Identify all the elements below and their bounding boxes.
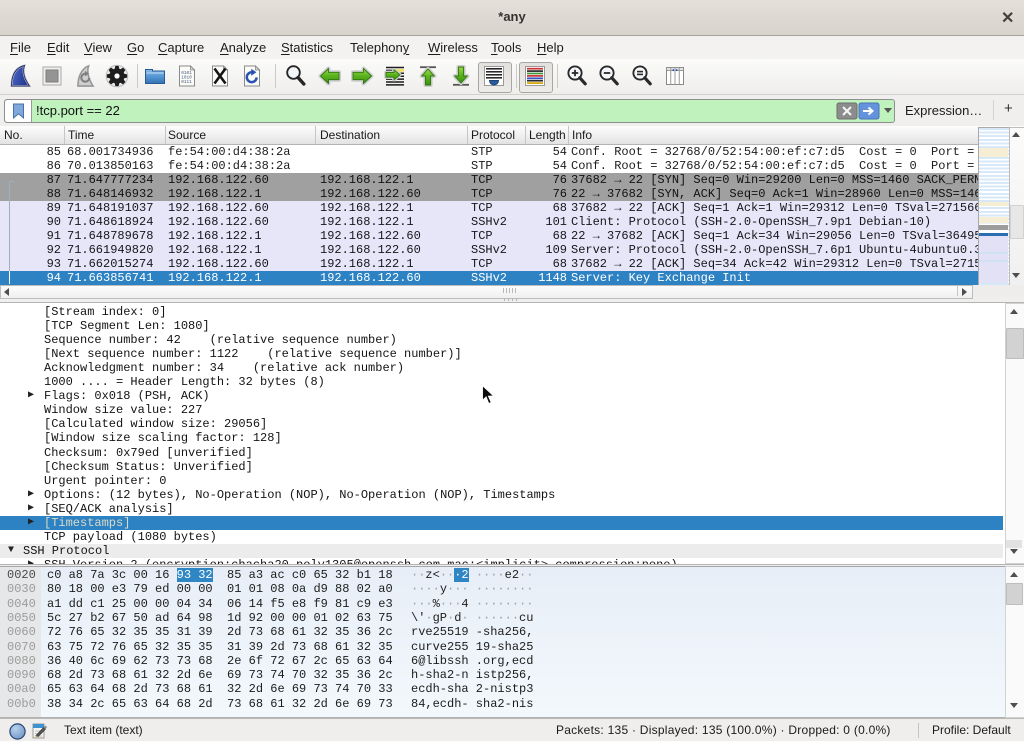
svg-text:0111: 0111 <box>181 80 192 85</box>
